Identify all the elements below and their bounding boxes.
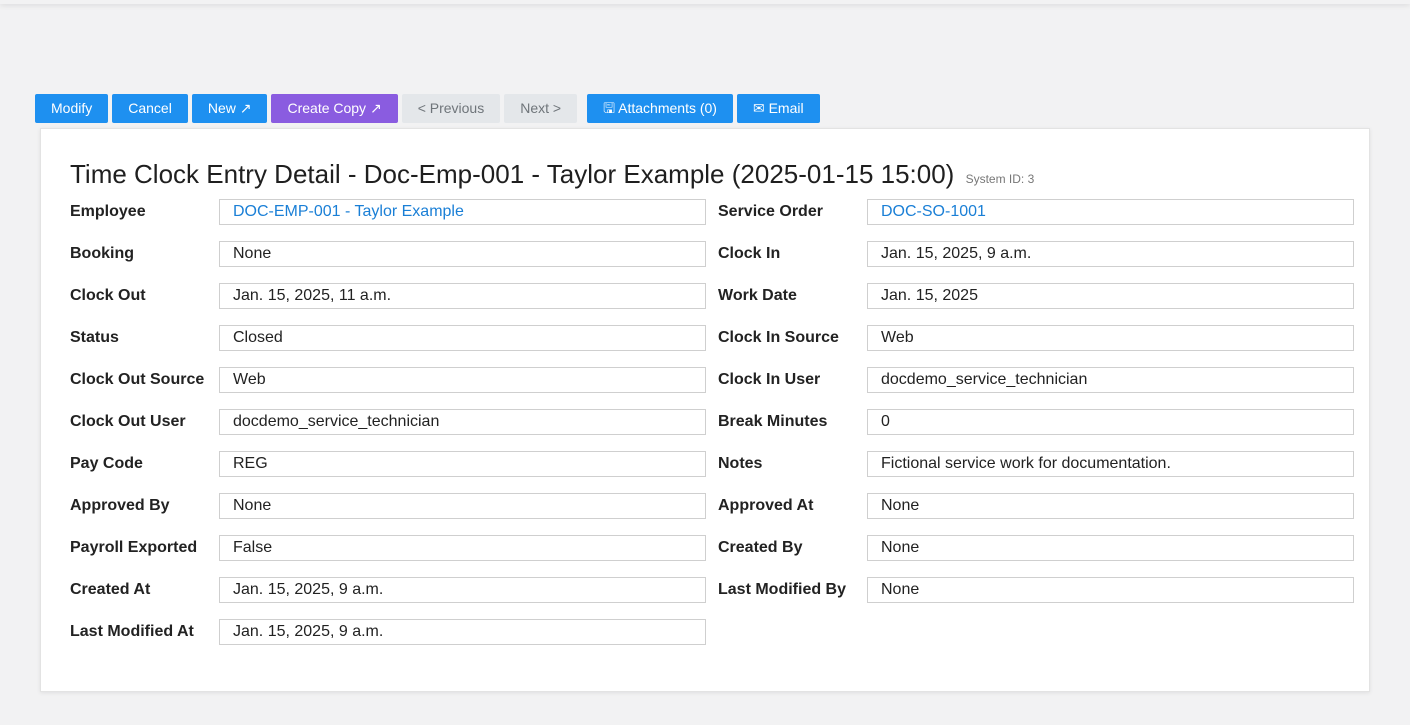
service-order-label: Service Order xyxy=(718,203,823,220)
work-date-value: Jan. 15, 2025 xyxy=(867,283,1354,309)
clock-in-source-label: Clock In Source xyxy=(718,329,839,346)
new-button[interactable]: New ↗ xyxy=(191,94,268,123)
page-title: Time Clock Entry Detail - Doc-Emp-001 - … xyxy=(70,159,955,189)
booking-label: Booking xyxy=(70,245,134,262)
payroll-exported-label: Payroll Exported xyxy=(70,539,198,556)
modify-button[interactable]: Modify xyxy=(35,94,109,123)
last-modified-at-value: Jan. 15, 2025, 9 a.m. xyxy=(219,619,706,645)
approved-by-label: Approved By xyxy=(70,497,170,514)
create-copy-button[interactable]: Create Copy ↗ xyxy=(271,94,398,123)
pay-code-value: REG xyxy=(219,451,706,477)
email-button[interactable]: ✉ Email xyxy=(736,94,820,123)
break-minutes-value: 0 xyxy=(867,409,1354,435)
previous-button[interactable]: < Previous xyxy=(401,94,501,123)
clock-out-user-value: docdemo_service_technician xyxy=(219,409,706,435)
attachments-button[interactable]: 🖫 Attachments (0) xyxy=(587,94,733,123)
service-order-link[interactable]: DOC-SO-1001 xyxy=(867,199,1354,225)
clock-out-source-label: Clock Out Source xyxy=(70,371,205,388)
approved-by-value: None xyxy=(219,493,706,519)
work-date-label: Work Date xyxy=(718,287,797,304)
payroll-exported-value: False xyxy=(219,535,706,561)
notes-value: Fictional service work for documentation… xyxy=(867,451,1354,477)
cancel-button[interactable]: Cancel xyxy=(112,94,188,123)
clock-out-label: Clock Out xyxy=(70,287,146,304)
employee-link[interactable]: DOC-EMP-001 - Taylor Example xyxy=(219,199,706,225)
last-modified-by-label: Last Modified By xyxy=(718,581,847,598)
status-value: Closed xyxy=(219,325,706,351)
last-modified-at-label: Last Modified At xyxy=(70,623,194,640)
status-label: Status xyxy=(70,329,119,346)
created-at-label: Created At xyxy=(70,581,151,598)
clock-in-source-value: Web xyxy=(867,325,1354,351)
next-button[interactable]: Next > xyxy=(504,94,578,123)
clock-out-value: Jan. 15, 2025, 11 a.m. xyxy=(219,283,706,309)
clock-out-user-label: Clock Out User xyxy=(70,413,186,430)
pay-code-label: Pay Code xyxy=(70,455,143,472)
top-nav-bar xyxy=(0,0,1410,4)
clock-out-source-value: Web xyxy=(219,367,706,393)
created-by-label: Created By xyxy=(718,539,803,556)
clock-in-value: Jan. 15, 2025, 9 a.m. xyxy=(867,241,1354,267)
detail-card: Time Clock Entry Detail - Doc-Emp-001 - … xyxy=(40,128,1370,692)
system-id-label: System ID: 3 xyxy=(965,172,1035,186)
break-minutes-label: Break Minutes xyxy=(718,413,828,430)
created-at-value: Jan. 15, 2025, 9 a.m. xyxy=(219,577,706,603)
approved-at-label: Approved At xyxy=(718,497,814,514)
booking-value: None xyxy=(219,241,706,267)
clock-in-label: Clock In xyxy=(718,245,781,262)
clock-in-user-value: docdemo_service_technician xyxy=(867,367,1354,393)
last-modified-by-value: None xyxy=(867,577,1354,603)
approved-at-value: None xyxy=(867,493,1354,519)
clock-in-user-label: Clock In User xyxy=(718,371,821,388)
notes-label: Notes xyxy=(718,455,763,472)
employee-label: Employee xyxy=(70,203,146,220)
page-title-row: Time Clock Entry Detail - Doc-Emp-001 - … xyxy=(70,159,1034,190)
created-by-value: None xyxy=(867,535,1354,561)
record-toolbar: Modify Cancel New ↗ Create Copy ↗ < Prev… xyxy=(35,94,820,123)
